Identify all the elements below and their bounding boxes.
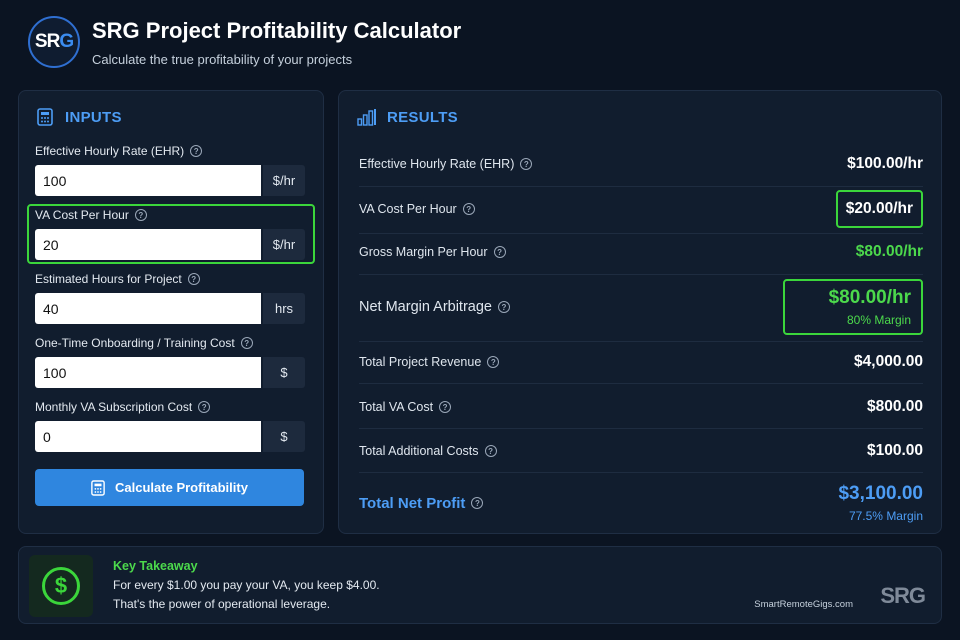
result-net-margin-percent: 80% Margin: [846, 313, 911, 327]
result-row-ehr: Effective Hourly Rate (EHR)? $100.00/hr: [359, 155, 923, 172]
app-header: SR G SRG Project Profitability Calculator…: [28, 14, 461, 70]
takeaway-title: Key Takeaway: [113, 559, 198, 573]
dollar-icon: $: [29, 555, 93, 617]
result-gross-margin-value: $80.00/hr: [855, 243, 923, 260]
divider: [359, 428, 923, 429]
va-cost-result-highlight: $20.00/hr: [835, 190, 923, 228]
help-icon[interactable]: ?: [198, 401, 211, 413]
inputs-header: INPUTS: [35, 107, 122, 127]
ehr-input[interactable]: 100: [35, 165, 261, 196]
divider: [359, 472, 923, 473]
hours-label: Estimated Hours for Project: [35, 272, 182, 286]
onboarding-input[interactable]: 100: [35, 357, 261, 388]
results-header: RESULTS: [357, 107, 458, 127]
results-title: RESULTS: [387, 108, 458, 126]
result-row-additional: Total Additional Costs? $100.00: [359, 442, 923, 459]
ehr-field: Effective Hourly Rate (EHR)? 100 $/hr: [35, 143, 305, 196]
result-revenue-value: $4,000.00: [854, 353, 923, 370]
result-additional-value: $100.00: [866, 442, 923, 459]
help-icon[interactable]: ?: [134, 209, 147, 221]
page-subtitle: Calculate the true profitability of your…: [92, 51, 353, 67]
va-cost-label: VA Cost Per Hour: [35, 208, 129, 222]
takeaway-panel: $ Key Takeaway For every $1.00 you pay y…: [18, 546, 942, 624]
help-icon[interactable]: ?: [240, 337, 253, 349]
srg-logo: SR G: [28, 16, 80, 68]
ehr-unit: $/hr: [263, 165, 305, 196]
calculator-icon: [91, 479, 105, 496]
help-icon[interactable]: ?: [190, 145, 203, 157]
takeaway-line-2: That's the power of operational leverage…: [113, 597, 331, 611]
help-icon[interactable]: ?: [187, 273, 200, 285]
hours-unit: hrs: [263, 293, 305, 324]
hours-input[interactable]: 40: [35, 293, 261, 324]
subscription-unit: $: [263, 421, 305, 452]
inputs-panel: INPUTS Effective Hourly Rate (EHR)? 100 …: [18, 90, 324, 534]
result-row-gross-margin: Gross Margin Per Hour? $80.00/hr: [359, 243, 923, 260]
onboarding-unit: $: [263, 357, 305, 388]
va-cost-field: VA Cost Per Hour? 20 $/hr: [35, 207, 305, 260]
calculate-button[interactable]: Calculate Profitability: [35, 469, 304, 506]
help-icon[interactable]: ?: [487, 356, 500, 368]
page-title: SRG Project Profitability Calculator: [92, 17, 462, 43]
divider: [359, 383, 923, 384]
result-row-va-total: Total VA Cost? $800.00: [359, 398, 923, 415]
inputs-title: INPUTS: [65, 108, 122, 126]
result-net-profit-value: $3,100.00: [838, 483, 923, 504]
calculate-button-label: Calculate Profitability: [115, 480, 248, 495]
results-panel: RESULTS Effective Hourly Rate (EHR)? $10…: [338, 90, 942, 534]
onboarding-label: One-Time Onboarding / Training Cost: [35, 336, 235, 350]
result-va-cost-value: $20.00/hr: [845, 200, 913, 217]
help-icon[interactable]: ?: [493, 246, 506, 258]
help-icon[interactable]: ?: [471, 497, 484, 509]
help-icon[interactable]: ?: [484, 445, 497, 457]
help-icon[interactable]: ?: [497, 301, 510, 313]
calculator-icon: [35, 107, 55, 127]
result-row-va-cost: VA Cost Per Hour? $20.00/hr: [359, 188, 923, 230]
net-margin-highlight: $80.00/hr 80% Margin: [783, 279, 923, 335]
result-net-margin-value: $80.00/hr: [828, 287, 911, 308]
ehr-label: Effective Hourly Rate (EHR): [35, 144, 185, 158]
takeaway-line-1: For every $1.00 you pay your VA, you kee…: [113, 578, 380, 592]
divider: [359, 274, 923, 275]
footer-logo: SRG: [880, 583, 926, 608]
result-row-net-margin: Net Margin Arbitrage? $80.00/hr 80% Marg…: [359, 277, 923, 337]
bar-chart-icon: [357, 107, 377, 127]
help-icon[interactable]: ?: [520, 158, 533, 170]
onboarding-field: One-Time Onboarding / Training Cost? 100…: [35, 335, 305, 388]
help-icon[interactable]: ?: [439, 401, 452, 413]
subscription-field: Monthly VA Subscription Cost? 0 $: [35, 399, 305, 452]
subscription-label: Monthly VA Subscription Cost: [35, 400, 193, 414]
footer-site-link[interactable]: SmartRemoteGigs.com: [754, 599, 853, 610]
help-icon[interactable]: ?: [462, 203, 475, 215]
divider: [359, 233, 923, 234]
divider: [359, 341, 923, 342]
va-cost-input[interactable]: 20: [35, 229, 261, 260]
result-row-revenue: Total Project Revenue? $4,000.00: [359, 353, 923, 370]
subscription-input[interactable]: 0: [35, 421, 261, 452]
result-va-total-value: $800.00: [866, 398, 923, 415]
divider: [359, 186, 923, 187]
result-row-net-profit: Total Net Profit? $3,100.00 77.5% Margin: [359, 483, 923, 523]
result-ehr-value: $100.00/hr: [847, 155, 923, 172]
result-net-profit-percent: 77.5% Margin: [848, 509, 923, 523]
hours-field: Estimated Hours for Project? 40 hrs: [35, 271, 305, 324]
va-cost-unit: $/hr: [263, 229, 305, 260]
